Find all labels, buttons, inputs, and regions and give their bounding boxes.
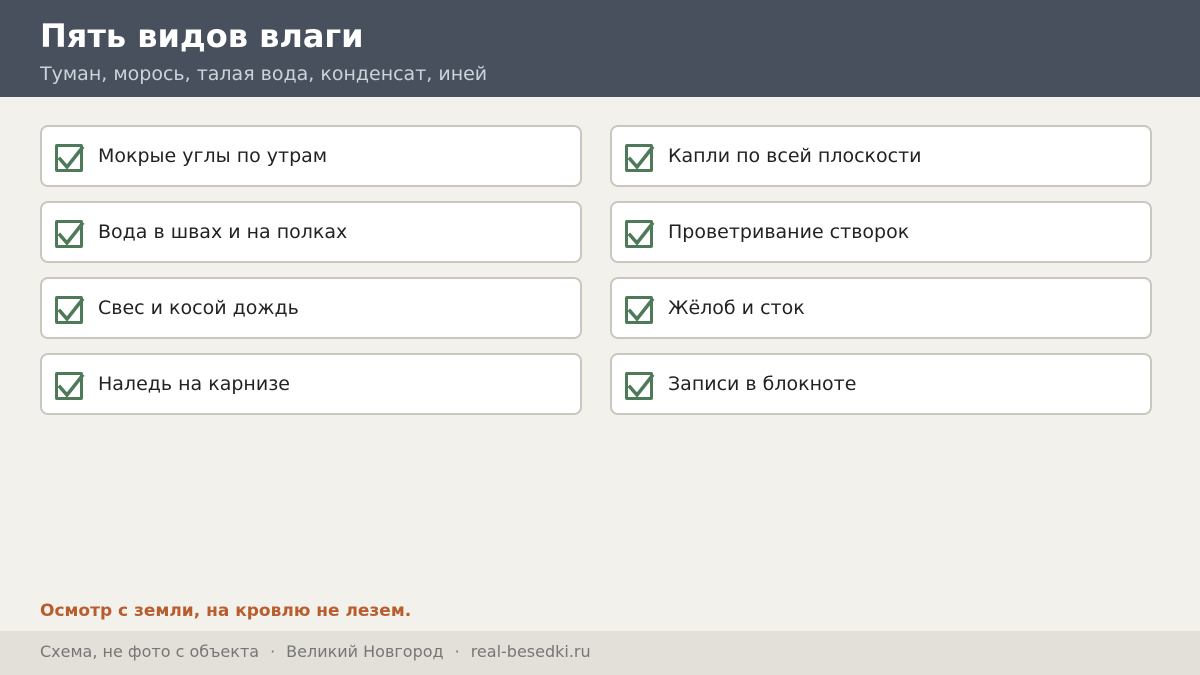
checkbox-checked-icon[interactable] <box>55 296 85 324</box>
header-banner: Пять видов влаги Туман, морось, талая во… <box>0 0 1200 97</box>
checkbox-checked-icon[interactable] <box>625 144 655 172</box>
footer-disclaimer: Схема, не фото с объекта <box>40 642 260 661</box>
checklist-item-label: Вода в швах и на полках <box>98 221 348 243</box>
checkbox-checked-icon[interactable] <box>55 220 85 248</box>
page-title: Пять видов влаги <box>40 17 364 55</box>
footer-bar: Схема, не фото с объекта · Великий Новгоро… <box>0 631 1200 675</box>
checklist-item-label: Мокрые углы по утрам <box>98 145 328 167</box>
checklist-item-label: Проветривание створок <box>668 221 910 243</box>
footer-separator: · <box>454 642 460 661</box>
checklist-item[interactable]: Проветривание створок <box>610 201 1152 263</box>
checkbox-checked-icon[interactable] <box>55 372 85 400</box>
footer-text: Схема, не фото с объекта · Великий Новгоро… <box>40 641 591 663</box>
checkbox-checked-icon[interactable] <box>625 296 655 324</box>
checklist-item[interactable]: Наледь на карнизе <box>40 353 582 415</box>
footer-separator: · <box>270 642 276 661</box>
checklist-item[interactable]: Капли по всей плоскости <box>610 125 1152 187</box>
checklist-item-label: Капли по всей плоскости <box>668 145 922 167</box>
checklist-item[interactable]: Мокрые углы по утрам <box>40 125 582 187</box>
footer-city: Великий Новгород <box>286 642 444 661</box>
checklist-item[interactable]: Свес и косой дождь <box>40 277 582 339</box>
checkbox-checked-icon[interactable] <box>625 220 655 248</box>
checklist-item-label: Наледь на карнизе <box>98 373 290 395</box>
footer-site-link[interactable]: real-besedki.ru <box>471 642 591 661</box>
checklist-item-label: Свес и косой дождь <box>98 297 299 319</box>
checklist-item[interactable]: Записи в блокноте <box>610 353 1152 415</box>
checkbox-checked-icon[interactable] <box>55 144 85 172</box>
checkbox-checked-icon[interactable] <box>625 372 655 400</box>
checklist-item-label: Жёлоб и сток <box>668 297 805 319</box>
page-subtitle: Туман, морось, талая вода, конденсат, ин… <box>40 63 488 85</box>
checklist-item[interactable]: Вода в швах и на полках <box>40 201 582 263</box>
checklist-item[interactable]: Жёлоб и сток <box>610 277 1152 339</box>
safety-note: Осмотр с земли, на кровлю не лезем. <box>40 601 412 621</box>
checklist-item-label: Записи в блокноте <box>668 373 857 395</box>
